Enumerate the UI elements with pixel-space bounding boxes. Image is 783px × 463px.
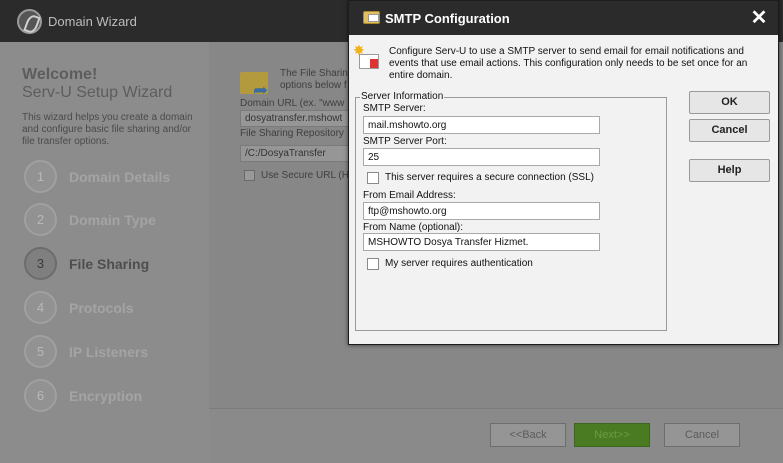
step-encryption[interactable]: 6 Encryption bbox=[24, 379, 209, 415]
step-label: File Sharing bbox=[69, 256, 150, 272]
file-sharing-intro-cont: options below f bbox=[280, 80, 347, 91]
step-number: 1 bbox=[24, 160, 57, 193]
smtp-port-input[interactable] bbox=[363, 148, 600, 166]
wizard-subtitle: Serv-U Setup Wizard bbox=[22, 84, 173, 101]
domain-url-input[interactable]: dosyatransfer.mshowt bbox=[240, 110, 350, 127]
serv-u-logo-icon bbox=[17, 9, 42, 34]
file-sharing-intro: The File Sharin bbox=[280, 68, 348, 79]
secure-url-checkbox[interactable] bbox=[244, 170, 255, 181]
dialog-title-bar: SMTP Configuration ✕ bbox=[349, 1, 778, 35]
secure-url-label: Use Secure URL (H bbox=[261, 170, 349, 181]
ssl-checkbox-label: This server requires a secure connection… bbox=[385, 172, 594, 183]
wizard-sidebar: Welcome! Serv-U Setup Wizard This wizard… bbox=[0, 42, 209, 463]
wizard-footer: <<Back Next>> Cancel bbox=[209, 408, 783, 463]
smtp-folder-icon bbox=[363, 11, 380, 24]
dialog-title: SMTP Configuration bbox=[385, 11, 510, 26]
authentication-checkbox-label: My server requires authentication bbox=[385, 258, 533, 269]
step-number: 4 bbox=[24, 291, 57, 324]
close-icon[interactable]: ✕ bbox=[747, 6, 771, 30]
repository-input[interactable]: /C:/DosyaTransfer bbox=[240, 145, 350, 162]
step-number: 3 bbox=[24, 247, 57, 280]
from-email-input[interactable] bbox=[363, 202, 600, 220]
repository-label: File Sharing Repository bbox=[240, 128, 344, 139]
help-button[interactable]: Help bbox=[689, 159, 770, 182]
from-name-input[interactable] bbox=[363, 233, 600, 251]
ssl-checkbox[interactable] bbox=[367, 172, 379, 184]
dialog-description: Configure Serv-U to use a SMTP server to… bbox=[389, 46, 748, 81]
step-number: 6 bbox=[24, 379, 57, 412]
smtp-port-label: SMTP Server Port: bbox=[363, 136, 447, 147]
wizard-welcome: Welcome! bbox=[22, 66, 98, 83]
wizard-title: Domain Wizard bbox=[48, 14, 137, 29]
wizard-description: This wizard helps you create a domain an… bbox=[22, 112, 193, 147]
email-envelope-icon: ✸ bbox=[353, 42, 379, 70]
group-legend: Server Information bbox=[360, 91, 445, 102]
server-information-group: Server Information SMTP Server: SMTP Ser… bbox=[355, 91, 667, 331]
step-domain-details[interactable]: 1 Domain Details bbox=[24, 160, 209, 196]
step-domain-type[interactable]: 2 Domain Type bbox=[24, 203, 209, 239]
smtp-configuration-dialog: SMTP Configuration ✕ ✸ Configure Serv-U … bbox=[348, 0, 779, 345]
wizard-cancel-button[interactable]: Cancel bbox=[664, 423, 740, 447]
smtp-server-label: SMTP Server: bbox=[363, 103, 426, 114]
step-file-sharing[interactable]: 3 File Sharing bbox=[24, 247, 209, 283]
from-name-label: From Name (optional): bbox=[363, 222, 464, 233]
step-label: Protocols bbox=[69, 300, 134, 316]
cancel-button[interactable]: Cancel bbox=[689, 119, 770, 142]
from-email-label: From Email Address: bbox=[363, 190, 456, 201]
ok-button[interactable]: OK bbox=[689, 91, 770, 114]
step-protocols[interactable]: 4 Protocols bbox=[24, 291, 209, 327]
domain-url-label: Domain URL (ex. "www bbox=[240, 98, 345, 109]
next-button[interactable]: Next>> bbox=[574, 423, 650, 447]
smtp-server-input[interactable] bbox=[363, 116, 600, 134]
step-label: Domain Details bbox=[69, 169, 171, 185]
step-label: Domain Type bbox=[69, 212, 156, 228]
step-label: IP Listeners bbox=[69, 344, 149, 360]
step-label: Encryption bbox=[69, 388, 143, 404]
back-button[interactable]: <<Back bbox=[490, 423, 566, 447]
step-number: 2 bbox=[24, 203, 57, 236]
step-ip-listeners[interactable]: 5 IP Listeners bbox=[24, 335, 209, 371]
authentication-checkbox[interactable] bbox=[367, 258, 379, 270]
step-number: 5 bbox=[24, 335, 57, 368]
